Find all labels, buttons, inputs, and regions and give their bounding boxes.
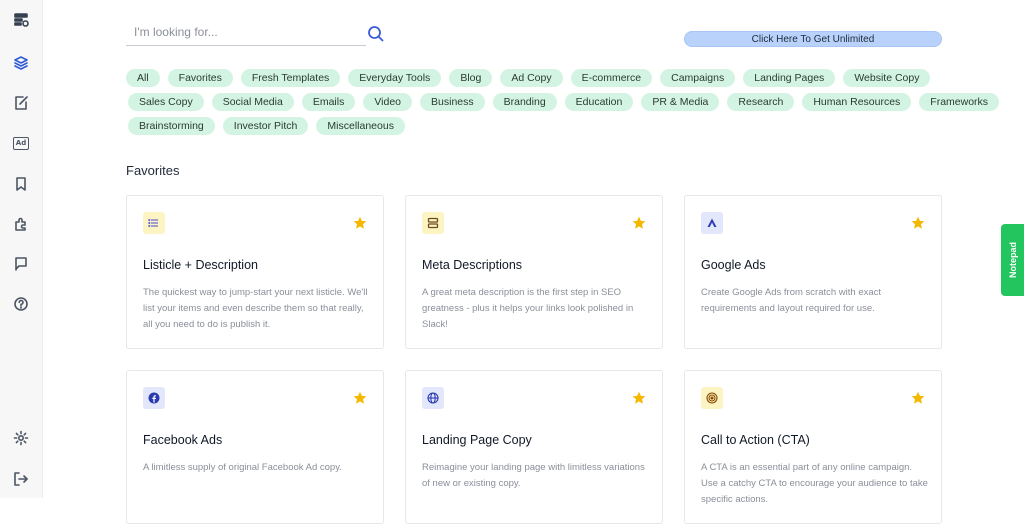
edit-document-icon[interactable]: [11, 93, 31, 113]
target-icon: [701, 387, 723, 409]
favorite-star-icon[interactable]: [353, 391, 367, 405]
category-filter-chips: All Favorites Fresh Templates Everyday Tool…: [126, 69, 1000, 141]
bookmark-icon[interactable]: [11, 174, 31, 194]
get-unlimited-button[interactable]: Click Here To Get Unlimited: [684, 31, 942, 47]
card-description: Create Google Ads from scratch with exac…: [701, 287, 882, 314]
category-chip[interactable]: E-commerce: [570, 69, 653, 87]
search-icon[interactable]: [367, 25, 385, 43]
category-chip[interactable]: Miscellaneous: [316, 117, 405, 135]
favorite-star-icon[interactable]: [632, 391, 646, 405]
category-chip[interactable]: Ad Copy: [500, 69, 563, 87]
chip-row: Brainstorming Investor Pitch Miscellaneous: [128, 117, 946, 135]
category-chip[interactable]: Emails: [301, 93, 356, 111]
facebook-icon: [143, 387, 165, 409]
section-title: Favorites: [126, 163, 180, 178]
card-description: A limitless supply of original Facebook …: [143, 462, 342, 473]
sidebar: Ad: [0, 0, 43, 498]
template-card[interactable]: Listicle + Description The quickest way t…: [126, 195, 384, 349]
category-chip[interactable]: Sales Copy: [128, 93, 204, 111]
feedback-flag-icon[interactable]: [11, 254, 31, 274]
category-chip[interactable]: Brainstorming: [128, 117, 215, 135]
card-title: Listicle + Description: [143, 258, 258, 272]
card-title: Meta Descriptions: [422, 258, 523, 272]
category-chip[interactable]: Blog: [449, 69, 493, 87]
card-title: Google Ads: [701, 258, 766, 272]
category-chip[interactable]: Human Resources: [802, 93, 912, 111]
server-icon: [422, 212, 444, 234]
favorite-star-icon[interactable]: [632, 216, 646, 230]
card-description: Reimagine your landing page with limitle…: [422, 462, 645, 489]
card-description: A great meta description is the first st…: [422, 287, 634, 330]
card-description: A CTA is an essential part of any online…: [701, 462, 928, 505]
category-chip[interactable]: Everyday Tools: [348, 69, 442, 87]
search-bar: [126, 20, 366, 46]
notepad-tab[interactable]: Notepad: [1001, 224, 1024, 296]
category-chip[interactable]: Frameworks: [919, 93, 1000, 111]
template-card[interactable]: Google Ads Create Google Ads from scratch…: [684, 195, 942, 349]
search-input[interactable]: [126, 20, 366, 44]
category-chip[interactable]: Education: [564, 93, 634, 111]
category-chip[interactable]: Investor Pitch: [222, 117, 309, 135]
category-chip[interactable]: PR & Media: [641, 93, 720, 111]
favorite-star-icon[interactable]: [911, 391, 925, 405]
template-card[interactable]: Landing Page Copy Reimagine your landing …: [405, 370, 663, 524]
app-logo-icon[interactable]: [11, 10, 31, 30]
list-icon: [143, 212, 165, 234]
template-card[interactable]: Call to Action (CTA) A CTA is an essentia…: [684, 370, 942, 524]
google-ads-icon: [701, 212, 723, 234]
settings-gear-icon[interactable]: [11, 428, 31, 448]
category-chip[interactable]: Landing Pages: [743, 69, 836, 87]
template-card[interactable]: Facebook Ads A limitless supply of origin…: [126, 370, 384, 524]
category-chip[interactable]: Favorites: [167, 69, 233, 87]
card-description: The quickest way to jump-start your next…: [143, 287, 368, 330]
ad-icon[interactable]: Ad: [11, 133, 31, 153]
category-chip[interactable]: Campaigns: [660, 69, 736, 87]
chip-row: All Favorites Fresh Templates Everyday Tool…: [126, 69, 946, 87]
favorite-star-icon[interactable]: [911, 216, 925, 230]
card-title: Facebook Ads: [143, 433, 223, 447]
template-card[interactable]: Meta Descriptions A great meta descriptio…: [405, 195, 663, 349]
category-chip[interactable]: Website Copy: [843, 69, 931, 87]
help-icon[interactable]: [11, 294, 31, 314]
puzzle-icon[interactable]: [11, 214, 31, 234]
templates-layers-icon[interactable]: [11, 53, 31, 73]
category-chip[interactable]: All: [126, 69, 160, 87]
category-chip[interactable]: Business: [420, 93, 485, 111]
chip-row: Sales Copy Social Media Emails Video Busines…: [128, 93, 1000, 111]
card-title: Call to Action (CTA): [701, 433, 810, 447]
card-title: Landing Page Copy: [422, 433, 532, 447]
notepad-label: Notepad: [1007, 242, 1018, 278]
category-chip[interactable]: Video: [363, 93, 413, 111]
category-chip[interactable]: Social Media: [211, 93, 294, 111]
logout-icon[interactable]: [11, 469, 31, 489]
category-chip[interactable]: Research: [727, 93, 795, 111]
globe-icon: [422, 387, 444, 409]
category-chip[interactable]: Branding: [492, 93, 557, 111]
favorite-star-icon[interactable]: [353, 216, 367, 230]
category-chip[interactable]: Fresh Templates: [240, 69, 341, 87]
